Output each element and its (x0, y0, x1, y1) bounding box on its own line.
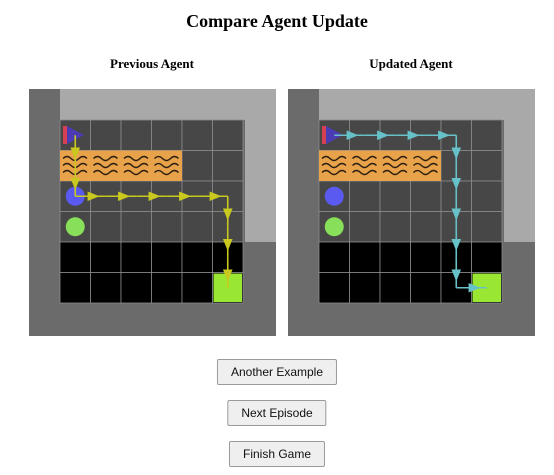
lava-cell (380, 150, 411, 181)
grid-cell (90, 119, 122, 151)
agent-start-flag (322, 126, 326, 144)
next-episode-button[interactable]: Next Episode (227, 400, 327, 426)
grid-cell (120, 272, 152, 304)
grid-cell (410, 272, 442, 304)
previous-agent-grid (29, 89, 276, 336)
grid-cell (471, 180, 503, 212)
finish-game-button[interactable]: Finish Game (228, 441, 326, 467)
grid-cell (212, 119, 244, 151)
grid-cell (318, 272, 350, 304)
grid-cell (90, 211, 122, 243)
updated-agent-grid-svg (288, 89, 535, 336)
updated-agent-grid (288, 89, 535, 336)
grid-cell (90, 241, 122, 273)
grid-cell (471, 211, 503, 243)
another-example-button[interactable]: Another Example (216, 359, 338, 385)
grid-cell (181, 272, 213, 304)
grid-cell (151, 272, 183, 304)
grid-cell (379, 272, 411, 304)
lava-cell (121, 150, 152, 181)
grid-cell (410, 241, 442, 273)
grid-cell (151, 241, 183, 273)
grid-cell (471, 241, 503, 273)
grid-cell (349, 211, 381, 243)
grid-cell (120, 241, 152, 273)
grid-cell (379, 211, 411, 243)
grid-cell (181, 150, 213, 182)
grid-cell (349, 241, 381, 273)
grid-cell (151, 211, 183, 243)
lava-cell (349, 150, 380, 181)
blue-ball (324, 186, 344, 206)
grid-cell (471, 119, 503, 151)
grid-cell (212, 150, 244, 182)
grid-cell (59, 241, 91, 273)
lava-cell (319, 150, 350, 181)
grid-cell (318, 241, 350, 273)
lava-cell (151, 150, 182, 181)
agent-start-flag (63, 126, 67, 144)
grid-cell (379, 180, 411, 212)
grid-cell (410, 211, 442, 243)
updated-agent-label: Updated Agent (369, 56, 453, 71)
grid-cell (379, 241, 411, 273)
grid-cell (90, 272, 122, 304)
grid-cell (120, 211, 152, 243)
grid-cell (471, 150, 503, 182)
previous-agent-label: Previous Agent (110, 56, 194, 71)
grid-cell (151, 119, 183, 151)
grid-cell (120, 119, 152, 151)
grid-cell (59, 272, 91, 304)
green-ball (65, 217, 85, 237)
page-title: Compare Agent Update (186, 11, 368, 31)
previous-agent-grid-svg (29, 89, 276, 336)
green-ball (324, 217, 344, 237)
grid-cell (349, 272, 381, 304)
grid-cell (410, 180, 442, 212)
lava-cell (410, 150, 441, 181)
lava-cell (90, 150, 121, 181)
grid-cell (349, 180, 381, 212)
grid-cell (181, 119, 213, 151)
grid-cell (181, 211, 213, 243)
grid-cell (181, 241, 213, 273)
